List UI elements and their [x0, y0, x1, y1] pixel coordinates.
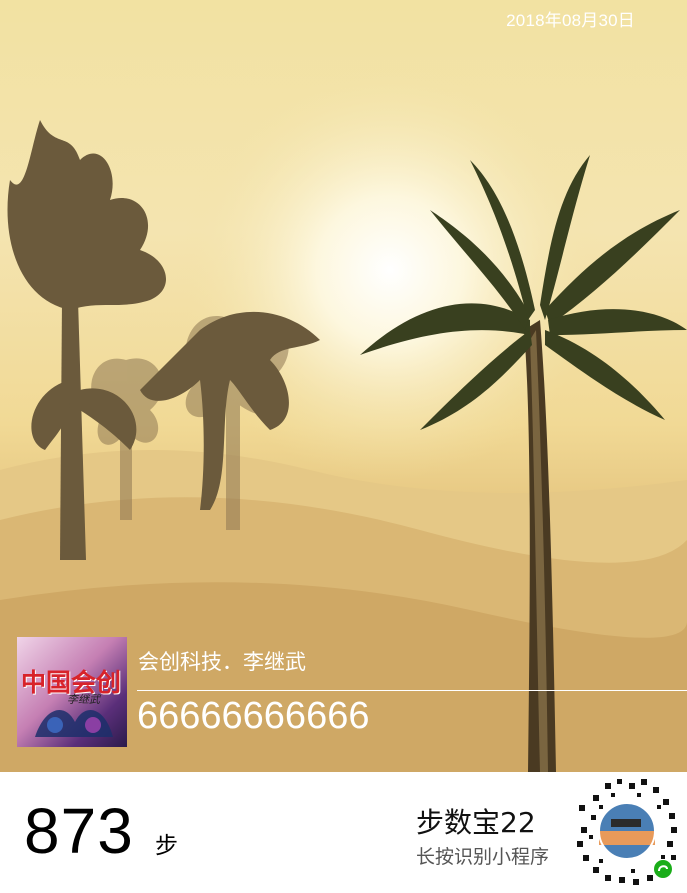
avatar: 中国会创 李继武 [17, 637, 127, 747]
step-count: 873 [24, 795, 134, 867]
miniprogram-hint: 长按识别小程序 [416, 846, 550, 868]
phone-number: 66666666666 [137, 695, 370, 737]
date-label: 2018年08月30日 [506, 11, 635, 30]
user-name: 会创科技．李继武 [138, 650, 306, 674]
miniprogram-name: 步数宝22 [416, 806, 536, 839]
divider [137, 690, 687, 691]
step-unit: 步 [155, 833, 178, 859]
avatar-decoration-icon [35, 710, 113, 737]
wechat-miniprogram-icon [654, 860, 672, 878]
miniprogram-qr-code[interactable] [571, 775, 683, 887]
footer: 873 步 步数宝22 长按识别小程序 [0, 772, 687, 893]
